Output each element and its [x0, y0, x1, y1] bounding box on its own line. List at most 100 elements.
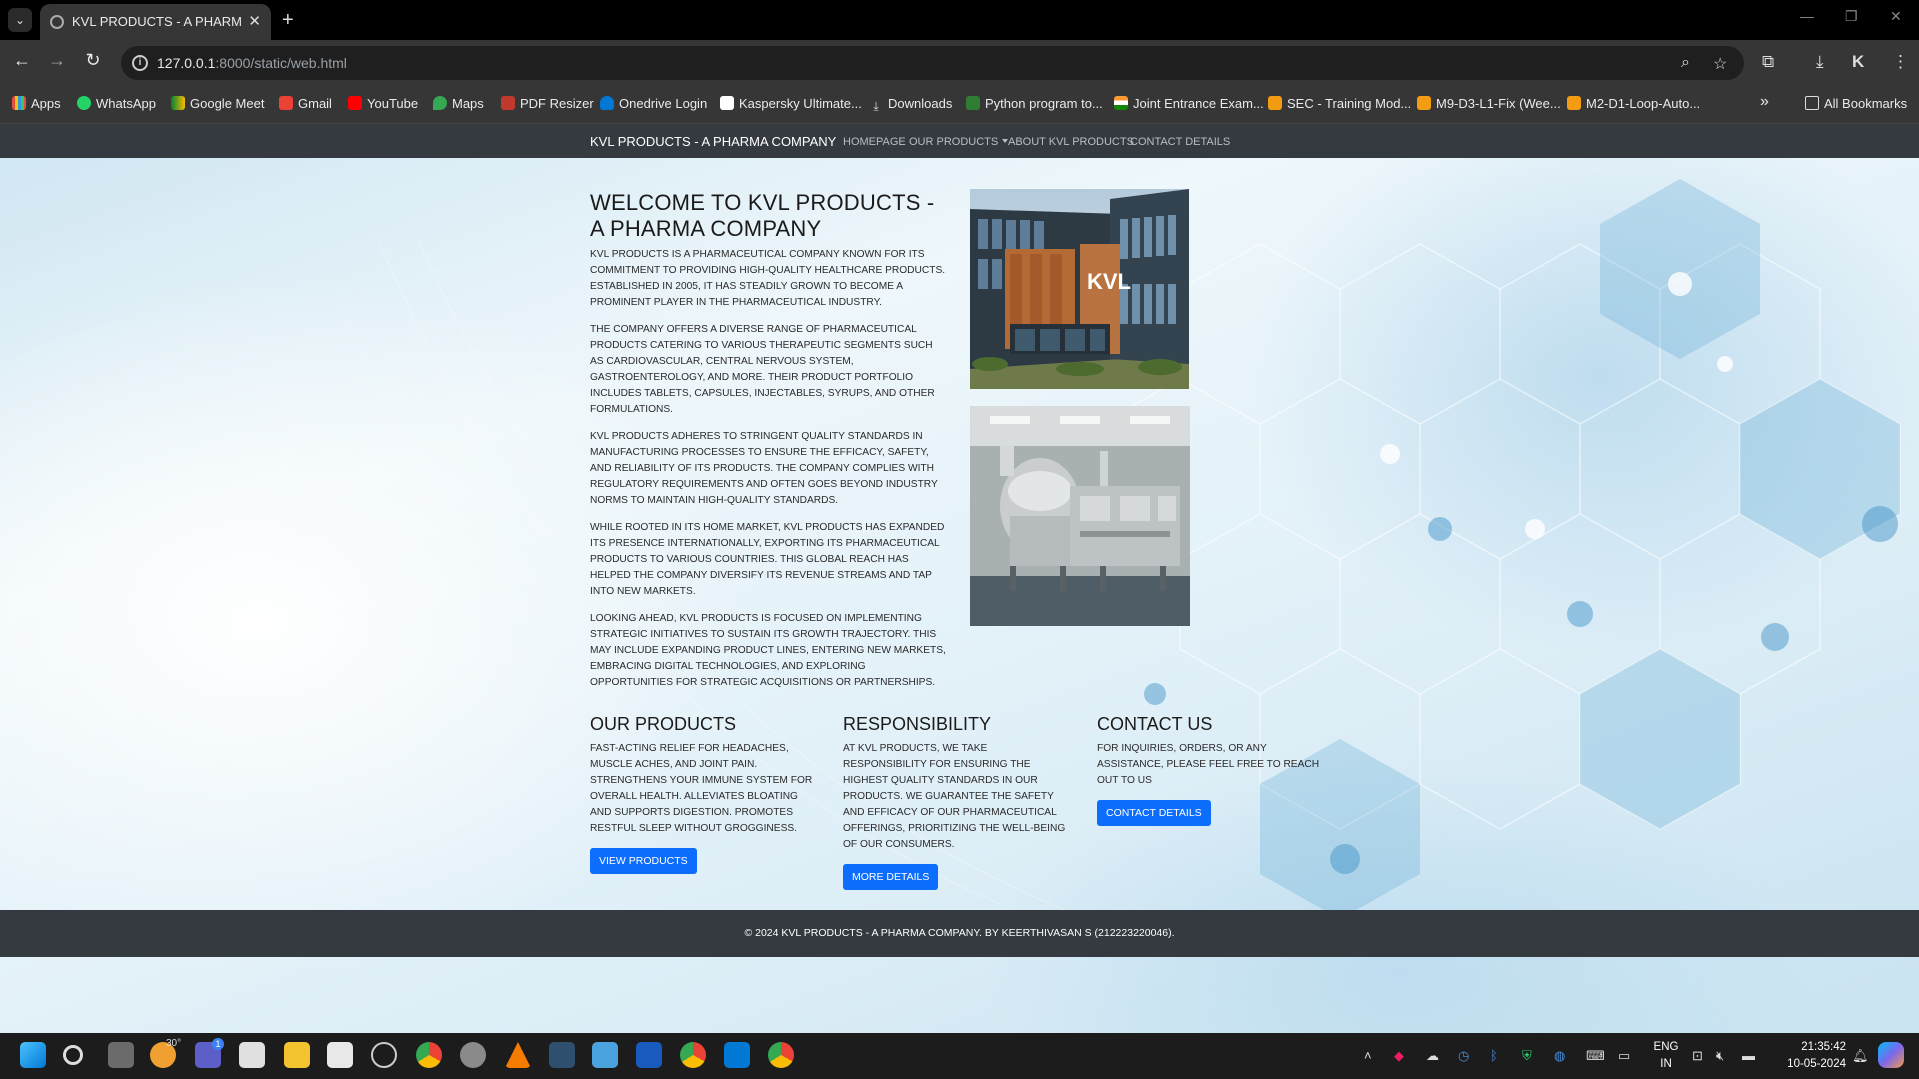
chrome-profile-k-icon[interactable] [416, 1042, 442, 1068]
site-info-icon[interactable]: i [132, 55, 148, 71]
bookmark-maps[interactable]: Maps [433, 96, 484, 111]
card-our-products: OUR PRODUCTS FAST-ACTING RELIEF FOR HEAD… [590, 714, 820, 874]
bookmark-m2-d1[interactable]: M2-D1-Loop-Auto... [1567, 96, 1700, 111]
nav-link-about[interactable]: ABOUT KVL PRODUCTS [1008, 136, 1134, 148]
sec-icon [1268, 96, 1282, 110]
bookmark-m9-d3[interactable]: M9-D3-L1-Fix (Wee... [1417, 96, 1561, 111]
bookmarks-overflow-chevron-icon[interactable]: » [1760, 93, 1769, 111]
security-shield-icon[interactable]: ⛨ [1522, 1048, 1532, 1064]
forward-arrow-icon[interactable]: → [45, 50, 69, 71]
card-text: FOR INQUIRIES, ORDERS, OR ANY ASSISTANCE… [1097, 743, 1320, 786]
onedrive-cloud-icon [600, 96, 614, 110]
card-responsibility: RESPONSIBILITY AT KVL PRODUCTS, WE TAKE … [843, 714, 1073, 890]
tray-sync-icon[interactable]: ◍ [1554, 1048, 1565, 1064]
apps-grid-icon [12, 96, 26, 110]
more-details-button[interactable]: MORE DETAILS [843, 864, 939, 890]
bookmark-python-program[interactable]: Python program to... [966, 96, 1103, 111]
nav-dropdown-our-products[interactable]: OUR PRODUCTS [909, 136, 1009, 148]
media-player-icon[interactable] [371, 1042, 397, 1068]
bookmark-sec-training[interactable]: SEC - Training Mod... [1268, 96, 1411, 111]
site-navbar: KVL PRODUCTS - A PHARMA COMPANY HOMEPAGE… [0, 124, 1919, 158]
contact-details-button[interactable]: CONTACT DETAILS [1097, 800, 1211, 826]
manufacturing-machine-image [970, 406, 1190, 626]
hero-paragraph-global: WHILE ROOTED IN ITS HOME MARKET, KVL PRO… [590, 522, 945, 597]
bookmark-whatsapp[interactable]: WhatsApp [77, 96, 156, 111]
reload-icon[interactable]: ↻ [81, 50, 105, 71]
copilot-icon[interactable] [1878, 1042, 1904, 1068]
bookmark-apps[interactable]: Apps [12, 96, 61, 111]
download-arrow-icon: ⤓ [873, 99, 879, 113]
system-clock[interactable]: 21:35:42 10-05-2024 [1786, 1039, 1846, 1073]
bluetooth-icon[interactable]: ᛒ [1490, 1048, 1498, 1063]
battery-icon[interactable]: ▬ [1742, 1048, 1755, 1063]
view-products-button[interactable]: VIEW PRODUCTS [590, 848, 697, 874]
globe-icon [50, 15, 64, 29]
browser-tab-strip: ⌄ KVL PRODUCTS - A PHARMA C ✕ + — ❐ ✕ [0, 0, 1919, 40]
chrome-icon[interactable] [768, 1042, 794, 1068]
profile-k-icon[interactable]: K [1852, 52, 1864, 72]
bookmark-pdf-resizer[interactable]: PDF Resizer [501, 96, 594, 111]
all-bookmarks[interactable]: All Bookmarks [1805, 96, 1907, 111]
url-text: 127.0.0.1:8000/static/web.html [157, 55, 347, 71]
tab-close-icon[interactable]: ✕ [248, 12, 261, 30]
new-tab-button[interactable]: + [282, 9, 294, 32]
card-text: FAST-ACTING RELIEF FOR HEADACHES, MUSCLE… [590, 743, 813, 834]
back-arrow-icon[interactable]: ← [10, 50, 34, 71]
word-icon[interactable] [636, 1042, 662, 1068]
keyboard-icon[interactable]: ⌨ [1586, 1048, 1605, 1064]
bookmark-jee[interactable]: Joint Entrance Exam... [1114, 96, 1264, 111]
volume-muted-icon[interactable]: 🔇︎ [1716, 1048, 1724, 1064]
hero-paragraph-intro: KVL PRODUCTS IS A PHARMACEUTICAL COMPANY… [590, 249, 946, 308]
card-title: OUR PRODUCTS [590, 714, 737, 734]
python-site-icon [966, 96, 980, 110]
bookmark-kaspersky[interactable]: Kaspersky Ultimate... [720, 96, 862, 111]
download-icon[interactable]: ⤓ [1816, 52, 1824, 72]
search-icon[interactable] [63, 1045, 83, 1065]
vlc-icon[interactable] [505, 1042, 531, 1068]
tab-title: KVL PRODUCTS - A PHARMA C [72, 14, 242, 29]
m9-icon [1417, 96, 1431, 110]
notepad-icon[interactable] [592, 1042, 618, 1068]
extensions-puzzle-icon[interactable]: ⧉ [1762, 52, 1774, 72]
vscode-icon[interactable] [724, 1042, 750, 1068]
snipping-tool-icon[interactable] [239, 1042, 265, 1068]
microsoft-store-icon[interactable] [327, 1042, 353, 1068]
browser-tab-active[interactable]: KVL PRODUCTS - A PHARMA C ✕ [40, 4, 271, 40]
windows-start-icon[interactable] [20, 1042, 46, 1068]
restore-icon[interactable]: ❐ [1845, 8, 1858, 25]
nav-link-homepage[interactable]: HOMEPAGE [843, 136, 906, 148]
bookmark-star-icon[interactable]: ☆ [1713, 54, 1727, 74]
menu-kebab-icon[interactable]: ⋮ [1892, 52, 1909, 72]
weather-temp: 30° [166, 1038, 182, 1049]
tray-clock-app-icon[interactable]: ◷ [1458, 1048, 1469, 1064]
address-bar[interactable]: i 127.0.0.1:8000/static/web.html ⌕ ☆ [121, 46, 1744, 80]
nav-link-contact-details[interactable]: CONTACT DETAILS [1130, 136, 1230, 148]
task-view-icon[interactable] [108, 1042, 134, 1068]
display-icon[interactable]: ▭ [1618, 1048, 1630, 1064]
tray-overflow-chevron-icon[interactable]: ˄ [1364, 1048, 1372, 1063]
settings-gear-icon[interactable] [460, 1042, 486, 1068]
app-terminal-icon[interactable] [549, 1042, 575, 1068]
chrome-profile-icon[interactable] [680, 1042, 706, 1068]
navbar-brand[interactable]: KVL PRODUCTS - A PHARMA COMPANY [590, 134, 836, 149]
bookmark-onedrive[interactable]: Onedrive Login [600, 96, 707, 111]
tray-app-icon[interactable]: ◆ [1394, 1048, 1404, 1064]
tab-search-chevron-icon[interactable]: ⌄ [8, 8, 32, 32]
clock-time: 21:35:42 [1801, 1041, 1846, 1053]
bookmark-downloads[interactable]: ⤓ Downloads [869, 96, 952, 113]
network-icon[interactable]: ⊡ [1692, 1048, 1703, 1064]
minimize-icon[interactable]: — [1800, 8, 1814, 24]
notifications-bell-icon[interactable]: 🔔︎ [1852, 1048, 1869, 1064]
bookmark-youtube[interactable]: YouTube [348, 96, 418, 111]
close-window-icon[interactable]: ✕ [1890, 8, 1902, 25]
bookmark-gmail[interactable]: Gmail [279, 96, 332, 111]
zoom-search-icon[interactable]: ⌕ [1681, 54, 1690, 72]
bookmarks-bar: Apps WhatsApp Google Meet Gmail YouTube … [0, 86, 1919, 124]
file-explorer-icon[interactable] [284, 1042, 310, 1068]
bookmark-google-meet[interactable]: Google Meet [171, 96, 264, 111]
india-flag-icon [1114, 96, 1128, 110]
input-language-indicator[interactable]: ENG IN [1651, 1039, 1681, 1073]
region-code: IN [1660, 1058, 1672, 1070]
maps-pin-icon [433, 96, 447, 110]
tray-cloud-icon[interactable]: ☁ [1426, 1048, 1439, 1064]
